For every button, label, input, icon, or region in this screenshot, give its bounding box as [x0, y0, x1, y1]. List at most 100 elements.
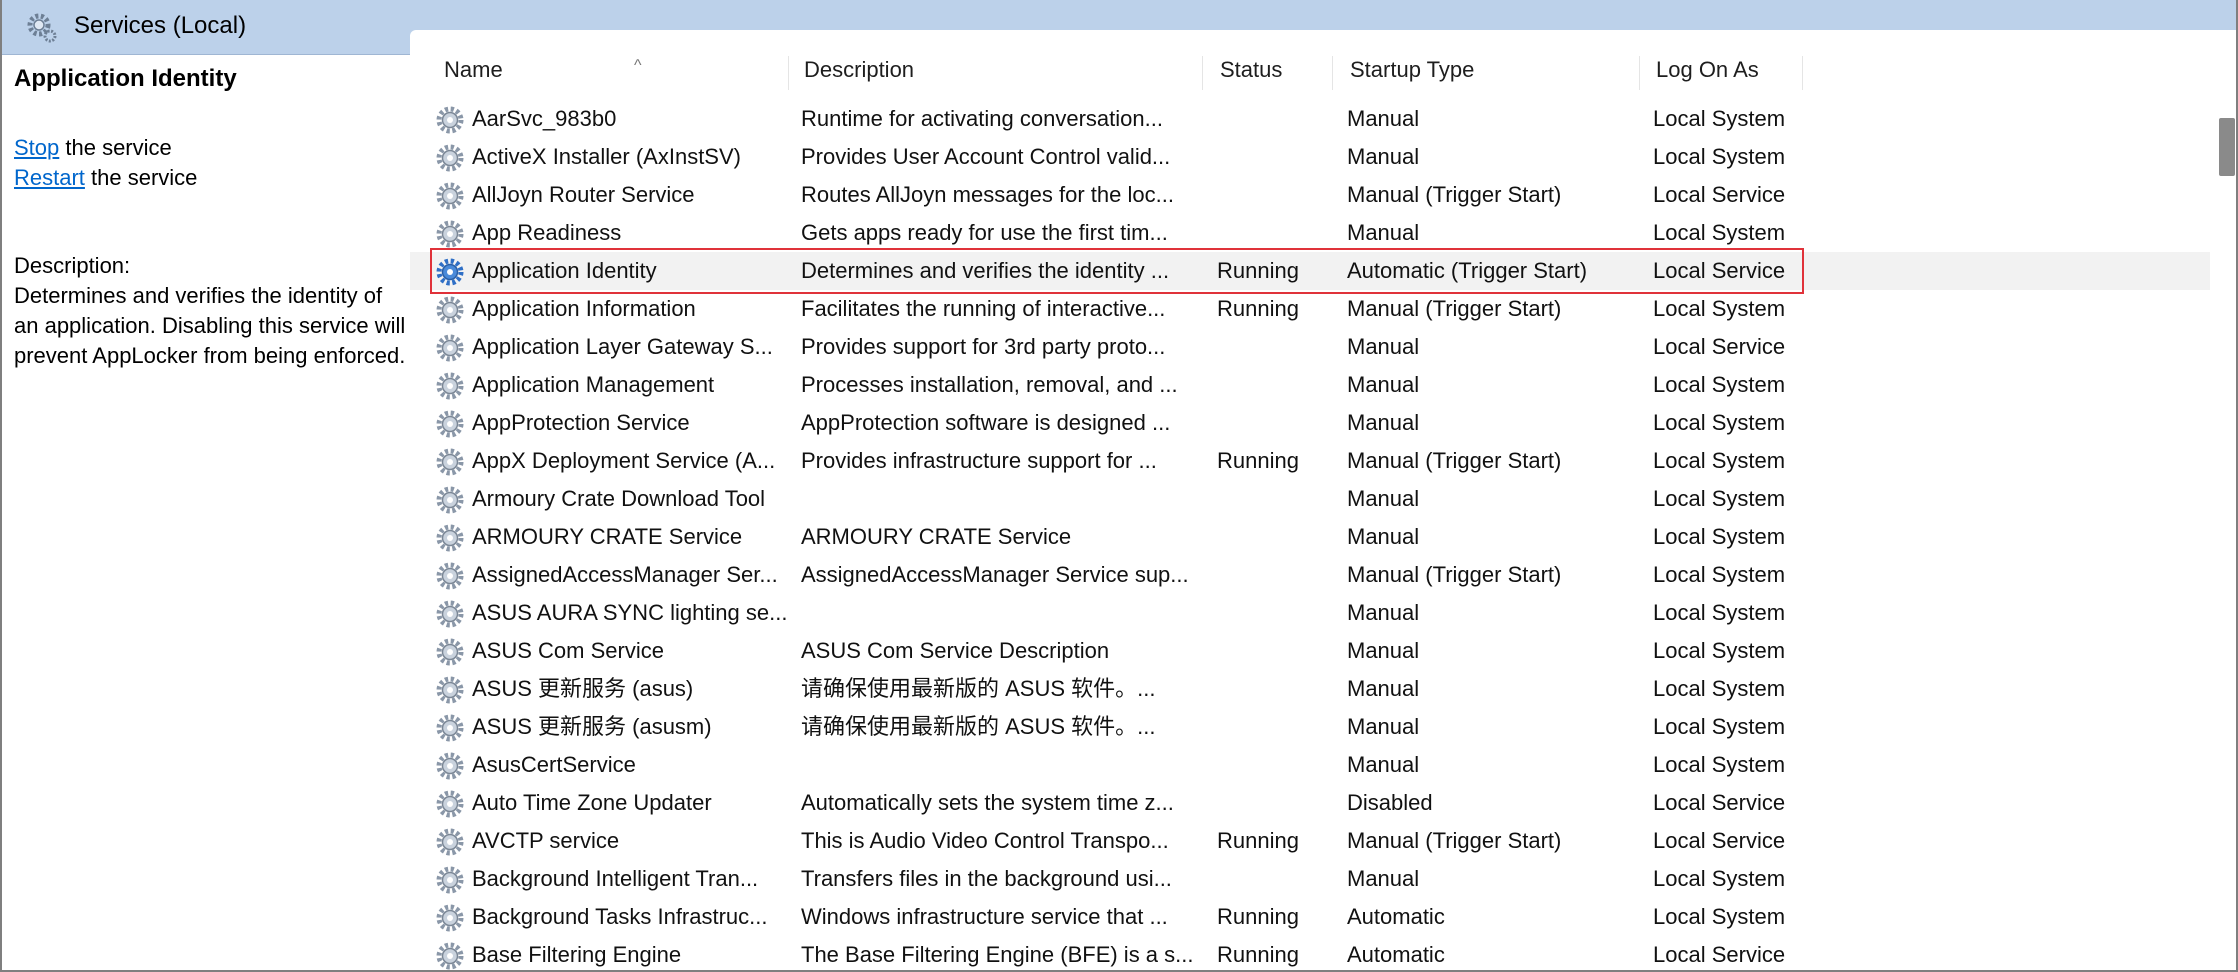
table-row[interactable]: AppProtection Service AppProtection soft… — [410, 404, 2210, 442]
cell-log-on-as: Local System — [1653, 524, 1786, 549]
cell-log-on-as: Local System — [1653, 562, 1786, 587]
sort-ascending-icon: ^ — [634, 57, 642, 74]
service-gear-icon — [434, 180, 466, 212]
service-gear-icon — [434, 332, 466, 364]
table-row[interactable]: AsusCertService Manual Local System — [410, 746, 2210, 784]
service-gear-icon — [434, 788, 466, 820]
scrollbar-thumb[interactable] — [2219, 118, 2235, 176]
column-header-log-on-as[interactable]: Log On As — [1650, 52, 1802, 92]
cell-status — [1217, 632, 1337, 670]
table-row[interactable]: ActiveX Installer (AxInstSV) Provides Us… — [410, 138, 2210, 176]
cell-description: Provides infrastructure support for ... — [801, 448, 1157, 473]
cell-startup-type: Manual (Trigger Start) — [1347, 448, 1562, 473]
cell-status: Running — [1217, 828, 1299, 853]
cell-description: AssignedAccessManager Service sup... — [801, 562, 1189, 587]
table-row[interactable]: AllJoyn Router Service Routes AllJoyn me… — [410, 176, 2210, 214]
table-row[interactable]: Background Intelligent Tran... Transfers… — [410, 860, 2210, 898]
table-row[interactable]: AppX Deployment Service (A... Provides i… — [410, 442, 2210, 480]
service-gear-icon — [434, 218, 466, 250]
cell-startup-type: Automatic — [1347, 942, 1445, 967]
cell-startup-type: Manual (Trigger Start) — [1347, 296, 1562, 321]
cell-log-on-as: Local System — [1653, 410, 1786, 435]
cell-name: Application Information — [472, 296, 696, 321]
cell-startup-type: Manual — [1347, 372, 1420, 397]
column-divider[interactable] — [1639, 56, 1640, 90]
table-row[interactable]: AarSvc_983b0 Runtime for activating conv… — [410, 100, 2210, 138]
cell-startup-type: Manual — [1347, 752, 1420, 777]
cell-status — [1217, 860, 1337, 898]
cell-description: AppProtection software is designed ... — [801, 410, 1171, 435]
table-row[interactable]: ARMOURY CRATE Service ARMOURY CRATE Serv… — [410, 518, 2210, 556]
services-gear-icon — [27, 13, 57, 43]
service-gear-icon — [434, 712, 466, 744]
table-row[interactable]: Application Layer Gateway S... Provides … — [410, 328, 2210, 366]
table-row[interactable]: App Readiness Gets apps ready for use th… — [410, 214, 2210, 252]
column-header-name[interactable]: ^ Name — [438, 52, 798, 92]
table-row[interactable]: AVCTP service This is Audio Video Contro… — [410, 822, 2210, 860]
cell-description: 请确保使用最新版的 ASUS 软件。... — [801, 714, 1156, 739]
column-header-log-on-as-label: Log On As — [1656, 57, 1759, 82]
cell-startup-type: Manual — [1347, 866, 1420, 891]
description-label: Description: — [14, 253, 131, 278]
column-divider[interactable] — [1802, 56, 1803, 90]
cell-log-on-as: Local Service — [1653, 790, 1786, 815]
table-row[interactable]: ASUS Com Service ASUS Com Service Descri… — [410, 632, 2210, 670]
column-divider[interactable] — [1332, 56, 1333, 90]
table-row[interactable]: AssignedAccessManager Ser... AssignedAcc… — [410, 556, 2210, 594]
cell-description: 请确保使用最新版的 ASUS 软件。... — [801, 676, 1156, 701]
cell-name: AarSvc_983b0 — [472, 106, 617, 131]
cell-log-on-as: Local System — [1653, 600, 1786, 625]
column-header-name-label: Name — [444, 57, 503, 82]
column-header-startup-type[interactable]: Startup Type — [1344, 52, 1649, 92]
cell-startup-type: Manual — [1347, 334, 1420, 359]
table-row[interactable]: Background Tasks Infrastruc... Windows i… — [410, 898, 2210, 936]
cell-startup-type: Manual — [1347, 410, 1420, 435]
cell-log-on-as: Local System — [1653, 714, 1786, 739]
cell-name: ASUS Com Service — [472, 638, 664, 663]
cell-description: Facilitates the running of interactive..… — [801, 296, 1166, 321]
description-text: Determines and verifies the identity of … — [14, 283, 406, 368]
cell-description: Runtime for activating conversation... — [801, 106, 1163, 131]
cell-startup-type: Manual — [1347, 106, 1420, 131]
cell-log-on-as: Local System — [1653, 904, 1786, 929]
cell-description — [801, 746, 1211, 784]
column-header-description[interactable]: Description — [798, 52, 1212, 92]
cell-status — [1217, 784, 1337, 822]
column-headers: ^ Name Description Status Startup Type L… — [410, 52, 2210, 92]
table-row[interactable]: Application Identity Determines and veri… — [410, 248, 2210, 294]
cell-name: Application Management — [472, 372, 715, 397]
stop-link[interactable]: Stop — [14, 135, 59, 160]
cell-log-on-as: Local Service — [1653, 334, 1786, 359]
cell-description: Transfers files in the background usi... — [801, 866, 1172, 891]
cell-log-on-as: Local System — [1653, 220, 1786, 245]
table-row[interactable]: Application Management Processes install… — [410, 366, 2210, 404]
details-pane: Application Identity Stop the service Re… — [0, 55, 410, 972]
column-divider[interactable] — [788, 56, 789, 90]
service-gear-icon — [434, 826, 466, 858]
cell-startup-type: Manual — [1347, 220, 1420, 245]
cell-name: ARMOURY CRATE Service — [472, 524, 743, 549]
table-row[interactable]: Base Filtering Engine The Base Filtering… — [410, 936, 2210, 972]
cell-startup-type: Automatic (Trigger Start) — [1347, 258, 1588, 283]
table-row[interactable]: Application Information Facilitates the … — [410, 290, 2210, 328]
table-row[interactable]: ASUS AURA SYNC lighting se... Manual Loc… — [410, 594, 2210, 632]
vertical-scrollbar[interactable] — [2216, 110, 2238, 972]
cell-description: Provides support for 3rd party proto... — [801, 334, 1166, 359]
column-header-status[interactable]: Status — [1214, 52, 1342, 92]
table-row[interactable]: ASUS 更新服务 (asusm) 请确保使用最新版的 ASUS 软件。... … — [410, 708, 2210, 746]
cell-status — [1217, 366, 1337, 404]
table-row[interactable]: Auto Time Zone Updater Automatically set… — [410, 784, 2210, 822]
restart-link[interactable]: Restart — [14, 165, 85, 190]
description-block: Description: Determines and verifies the… — [14, 251, 406, 371]
cell-status — [1217, 670, 1337, 708]
cell-name: ASUS 更新服务 (asusm) — [472, 714, 712, 739]
cell-description — [801, 594, 1211, 632]
table-row[interactable]: ASUS 更新服务 (asus) 请确保使用最新版的 ASUS 软件。... M… — [410, 670, 2210, 708]
cell-startup-type: Manual — [1347, 638, 1420, 663]
cell-name: AppX Deployment Service (A... — [472, 448, 776, 473]
service-gear-icon — [434, 484, 466, 516]
service-gear-icon — [434, 940, 466, 972]
column-divider[interactable] — [1202, 56, 1203, 90]
service-gear-icon — [434, 864, 466, 896]
table-row[interactable]: Armoury Crate Download Tool Manual Local… — [410, 480, 2210, 518]
